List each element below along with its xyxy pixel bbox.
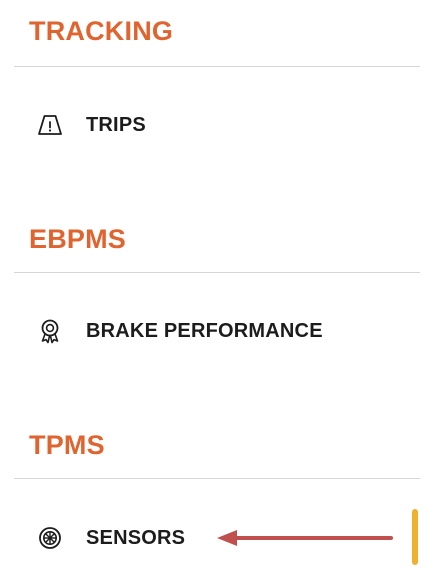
nav-item-label: BRAKE PERFORMANCE (86, 319, 323, 342)
section-title-tracking: TRACKING (29, 16, 174, 46)
nav-item-label: SENSORS (86, 526, 186, 549)
warning-triangle-icon (37, 112, 63, 138)
award-badge-icon (37, 318, 63, 344)
annotation-arrow (217, 530, 393, 546)
section-title-tpms: TPMS (29, 430, 105, 460)
nav-item-brake-performance[interactable]: BRAKE PERFORMANCE (37, 316, 397, 346)
section-divider (14, 272, 420, 273)
scroll-indicator[interactable] (412, 509, 418, 565)
section-divider (14, 478, 420, 479)
nav-item-trips[interactable]: TRIPS (37, 110, 397, 140)
nav-item-label: TRIPS (86, 113, 146, 136)
section-title-ebpms: EBPMS (29, 224, 127, 254)
section-divider (14, 66, 420, 67)
tire-icon (37, 525, 63, 551)
